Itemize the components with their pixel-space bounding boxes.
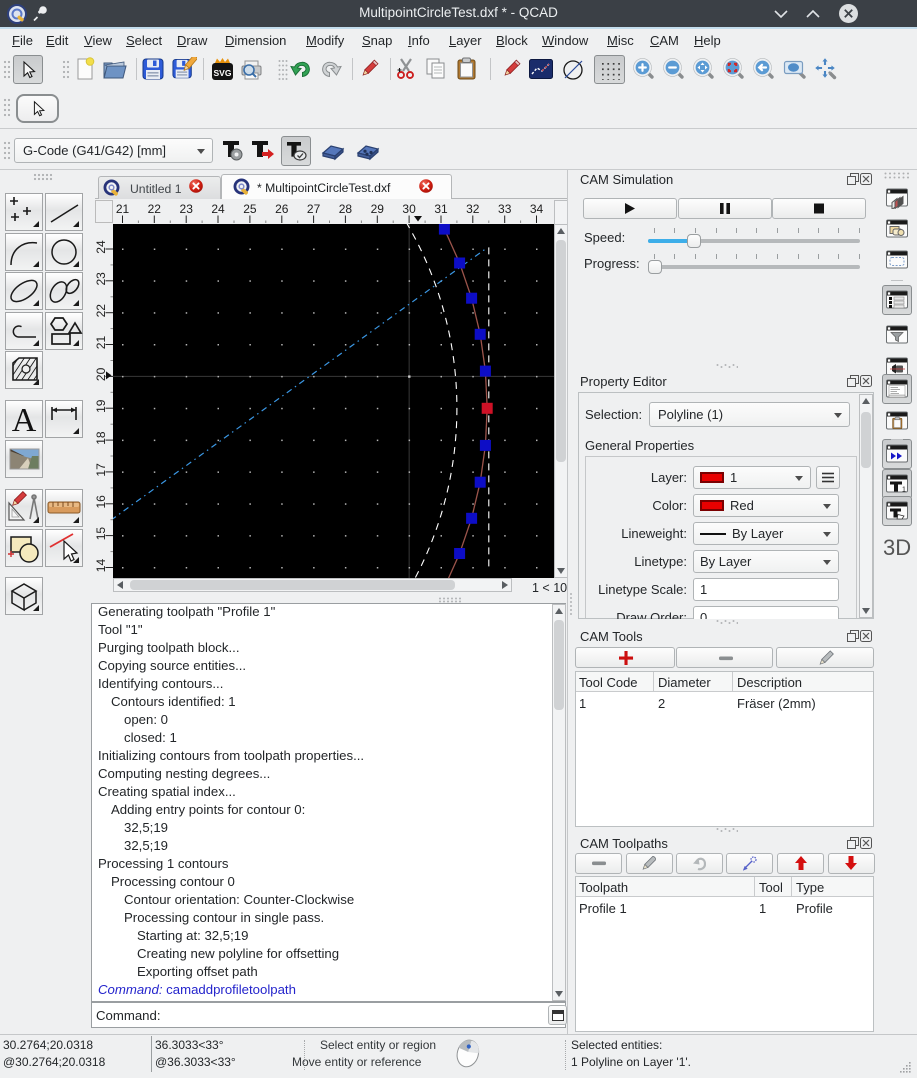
svg-text:31: 31 xyxy=(434,202,448,216)
svg-text:22: 22 xyxy=(95,304,108,318)
svg-text:17: 17 xyxy=(95,463,108,477)
svg-text:15: 15 xyxy=(95,527,108,541)
svg-text:32: 32 xyxy=(466,202,480,216)
svg-text:25: 25 xyxy=(243,202,257,216)
svg-text:33: 33 xyxy=(498,202,512,216)
svg-text:A: A xyxy=(12,402,37,438)
svg-text:28: 28 xyxy=(339,202,353,216)
svg-text:19: 19 xyxy=(95,399,108,413)
svg-text:24: 24 xyxy=(95,240,108,254)
svg-text:22: 22 xyxy=(148,202,162,216)
svg-text:1: 1 xyxy=(902,487,906,494)
svg-text:21: 21 xyxy=(95,336,108,350)
svg-text:18: 18 xyxy=(95,431,108,445)
svg-text:26: 26 xyxy=(275,202,289,216)
svg-text:16: 16 xyxy=(95,495,108,509)
svg-text:21: 21 xyxy=(116,202,130,216)
svg-text:23: 23 xyxy=(180,202,194,216)
svg-text:34: 34 xyxy=(530,202,544,216)
svg-text:29: 29 xyxy=(371,202,385,216)
svg-text:23: 23 xyxy=(95,272,108,286)
svg-text:24: 24 xyxy=(211,202,225,216)
svg-text:SVG: SVG xyxy=(214,68,232,78)
svg-text:30: 30 xyxy=(402,202,416,216)
svg-text:14: 14 xyxy=(95,559,108,573)
svg-text:27: 27 xyxy=(307,202,321,216)
